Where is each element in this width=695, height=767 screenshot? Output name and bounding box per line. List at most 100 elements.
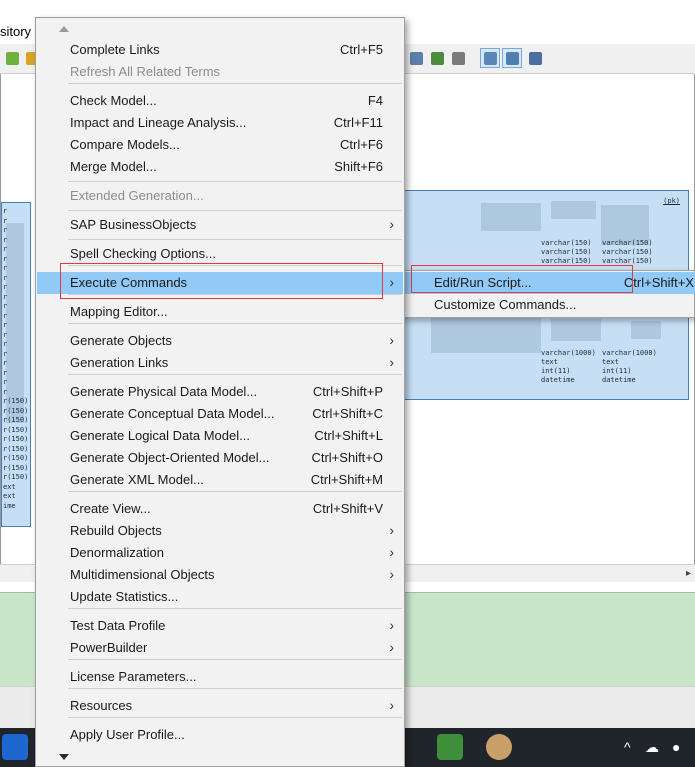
menu-item-label: Refresh All Related Terms [70,64,221,79]
intellij-icon[interactable] [2,734,28,760]
column-type-text: r [3,378,8,386]
chart-app-icon[interactable] [437,734,463,760]
menu-item-generate-logical-data-model[interactable]: Generate Logical Data Model... Ctrl+Shift… [37,425,403,447]
column-type-text: r [3,349,8,358]
menu-item-shortcut: Ctrl+F6 [340,137,383,152]
menu-item-shortcut: Ctrl+F5 [340,42,383,57]
menu-item-label: Generate Logical Data Model... [70,428,250,443]
scroll-right-icon[interactable]: ▸ [686,568,691,579]
menu-item-label: License Parameters... [70,669,197,684]
menu-item-apply-user-profile[interactable]: Apply User Profile... [37,724,403,746]
zoom-tool-icon[interactable] [480,48,500,68]
tray-app-icon[interactable]: ● [672,739,680,755]
menu-item-label: Apply User Profile... [70,727,185,742]
menu-item-generate-object-oriented-model[interactable]: Generate Object-Oriented Model... Ctrl+Sh… [37,447,403,469]
column-type-text: datetime [541,376,575,384]
menu-item-mapping-editor[interactable]: Mapping Editor... [37,301,403,323]
menu-bar-item-repository[interactable]: sitory [0,24,31,39]
menu-item-label: Rebuild Objects [70,523,162,538]
column-type-text: r [3,321,8,329]
menu-item-compare-models[interactable]: Compare Models... Ctrl+F6 [37,134,403,156]
column-type-text: r(150) [3,416,29,424]
column-type-text: varchar(150) [602,257,653,265]
column-type-text: int(11) [541,367,571,375]
menu-item-shortcut: Ctrl+Shift+M [310,472,383,487]
column-type-text: r(150) [3,425,29,434]
menu-item-shortcut: Shift+F6 [334,159,383,174]
menu-item-impact-and-lineage-analysis[interactable]: Impact and Lineage Analysis... Ctrl+F11 [37,112,403,134]
menu-separator [68,608,402,609]
column-type-text: varchar(150) [541,257,592,265]
menu-scroll-up-icon[interactable] [36,18,404,38]
menu-item-test-data-profile[interactable]: Test Data Profile › [37,615,403,637]
menu-item-spell-checking-options[interactable]: Spell Checking Options... [37,243,403,265]
menu-item-label: Generate XML Model... [70,472,204,487]
menu-item-label: Test Data Profile [70,618,166,633]
menu-item-label: PowerBuilder [70,640,148,655]
column-type-text: r [3,368,8,377]
app-window: sitory r r r r r r r r r r r r r r r r r r r r r(150) r(150) r… [0,0,695,767]
menu-separator [68,239,402,240]
column-type-text: r [3,311,8,320]
column-type-text: varchar(150) [541,239,592,247]
menu-item-multidimensional-objects[interactable]: Multidimensional Objects › [37,564,403,586]
menu-item-shortcut: Ctrl+F11 [333,115,383,130]
color-tool-icon[interactable] [448,48,468,68]
menu-item-label: Check Model... [70,93,157,108]
menu-item-generation-links[interactable]: Generation Links › [37,352,403,374]
column-type-text: r(150) [3,406,29,415]
menu-item-complete-links[interactable]: Complete Links Ctrl+F5 [37,39,403,61]
menu-separator [68,688,402,689]
menu-item-license-parameters[interactable]: License Parameters... [37,666,403,688]
submenu-item-customize-commands[interactable]: Customize Commands... [401,294,695,316]
menu-item-rebuild-objects[interactable]: Rebuild Objects › [37,520,403,542]
menu-item-shortcut: Ctrl+Shift+C [312,406,383,421]
menu-item-label: Create View... [70,501,151,516]
menu-item-label: Denormalization [70,545,164,560]
menu-item-powerbuilder[interactable]: PowerBuilder › [37,637,403,659]
menu-separator [68,181,402,182]
menu-item-generate-objects[interactable]: Generate Objects › [37,330,403,352]
menu-separator [68,210,402,211]
menu-item-generate-xml-model[interactable]: Generate XML Model... Ctrl+Shift+M [37,469,403,491]
toolbar-tool-icon[interactable] [406,48,426,68]
column-type-text: r(150) [3,454,29,462]
table-entity-left[interactable]: r r r r r r r r r r r r r r r r r r r r r(150) r(150) r(150) r(… [1,202,31,527]
column-type-text: int(11) [602,367,632,375]
menu-item-sap-businessobjects[interactable]: SAP BusinessObjects › [37,214,403,236]
menu-separator [68,83,402,84]
grid-tool-icon[interactable] [427,48,447,68]
menu-item-label: SAP BusinessObjects [70,217,197,232]
text-tool-icon[interactable] [502,48,522,68]
column-type-text: ext [3,482,16,491]
menu-item-merge-model[interactable]: Merge Model... Shift+F6 [37,156,403,178]
menu-item-check-model[interactable]: Check Model... F4 [37,90,403,112]
submenu-arrow-icon: › [389,617,394,633]
menu-item-update-statistics[interactable]: Update Statistics... [37,586,403,608]
menu-item-shortcut: Ctrl+Shift+O [311,450,383,465]
network-icon[interactable]: ☁ [645,739,659,756]
menu-item-denormalization[interactable]: Denormalization › [37,542,403,564]
menu-item-shortcut: Ctrl+Shift+L [314,428,383,443]
menu-item-label: Extended Generation... [70,188,204,203]
avatar-app-icon[interactable] [486,734,512,760]
open-icon[interactable] [2,48,22,68]
table-tool-icon[interactable] [525,48,545,68]
column-type-text: r [3,245,8,253]
tray-expand-icon[interactable]: ^ [624,739,631,755]
menu-separator [68,491,402,492]
column-type-text: datetime [602,376,636,384]
menu-item-label: Generation Links [70,355,169,370]
column-type-text: r(150) [3,435,29,443]
menu-item-label: Multidimensional Objects [70,567,215,582]
menu-item-label: Merge Model... [70,159,157,174]
column-type-text: ext [3,492,16,500]
column-type-text: varchar(1000) [602,349,657,357]
column-type-text: r [3,359,8,367]
menu-item-generate-conceptual-data-model[interactable]: Generate Conceptual Data Model... Ctrl+Sh… [37,403,403,425]
menu-item-create-view[interactable]: Create View... Ctrl+Shift+V [37,498,403,520]
column-type-text: r [3,387,8,396]
menu-scroll-down-icon[interactable] [36,746,404,766]
menu-item-resources[interactable]: Resources › [37,695,403,717]
menu-item-generate-physical-data-model[interactable]: Generate Physical Data Model... Ctrl+Shif… [37,381,403,403]
